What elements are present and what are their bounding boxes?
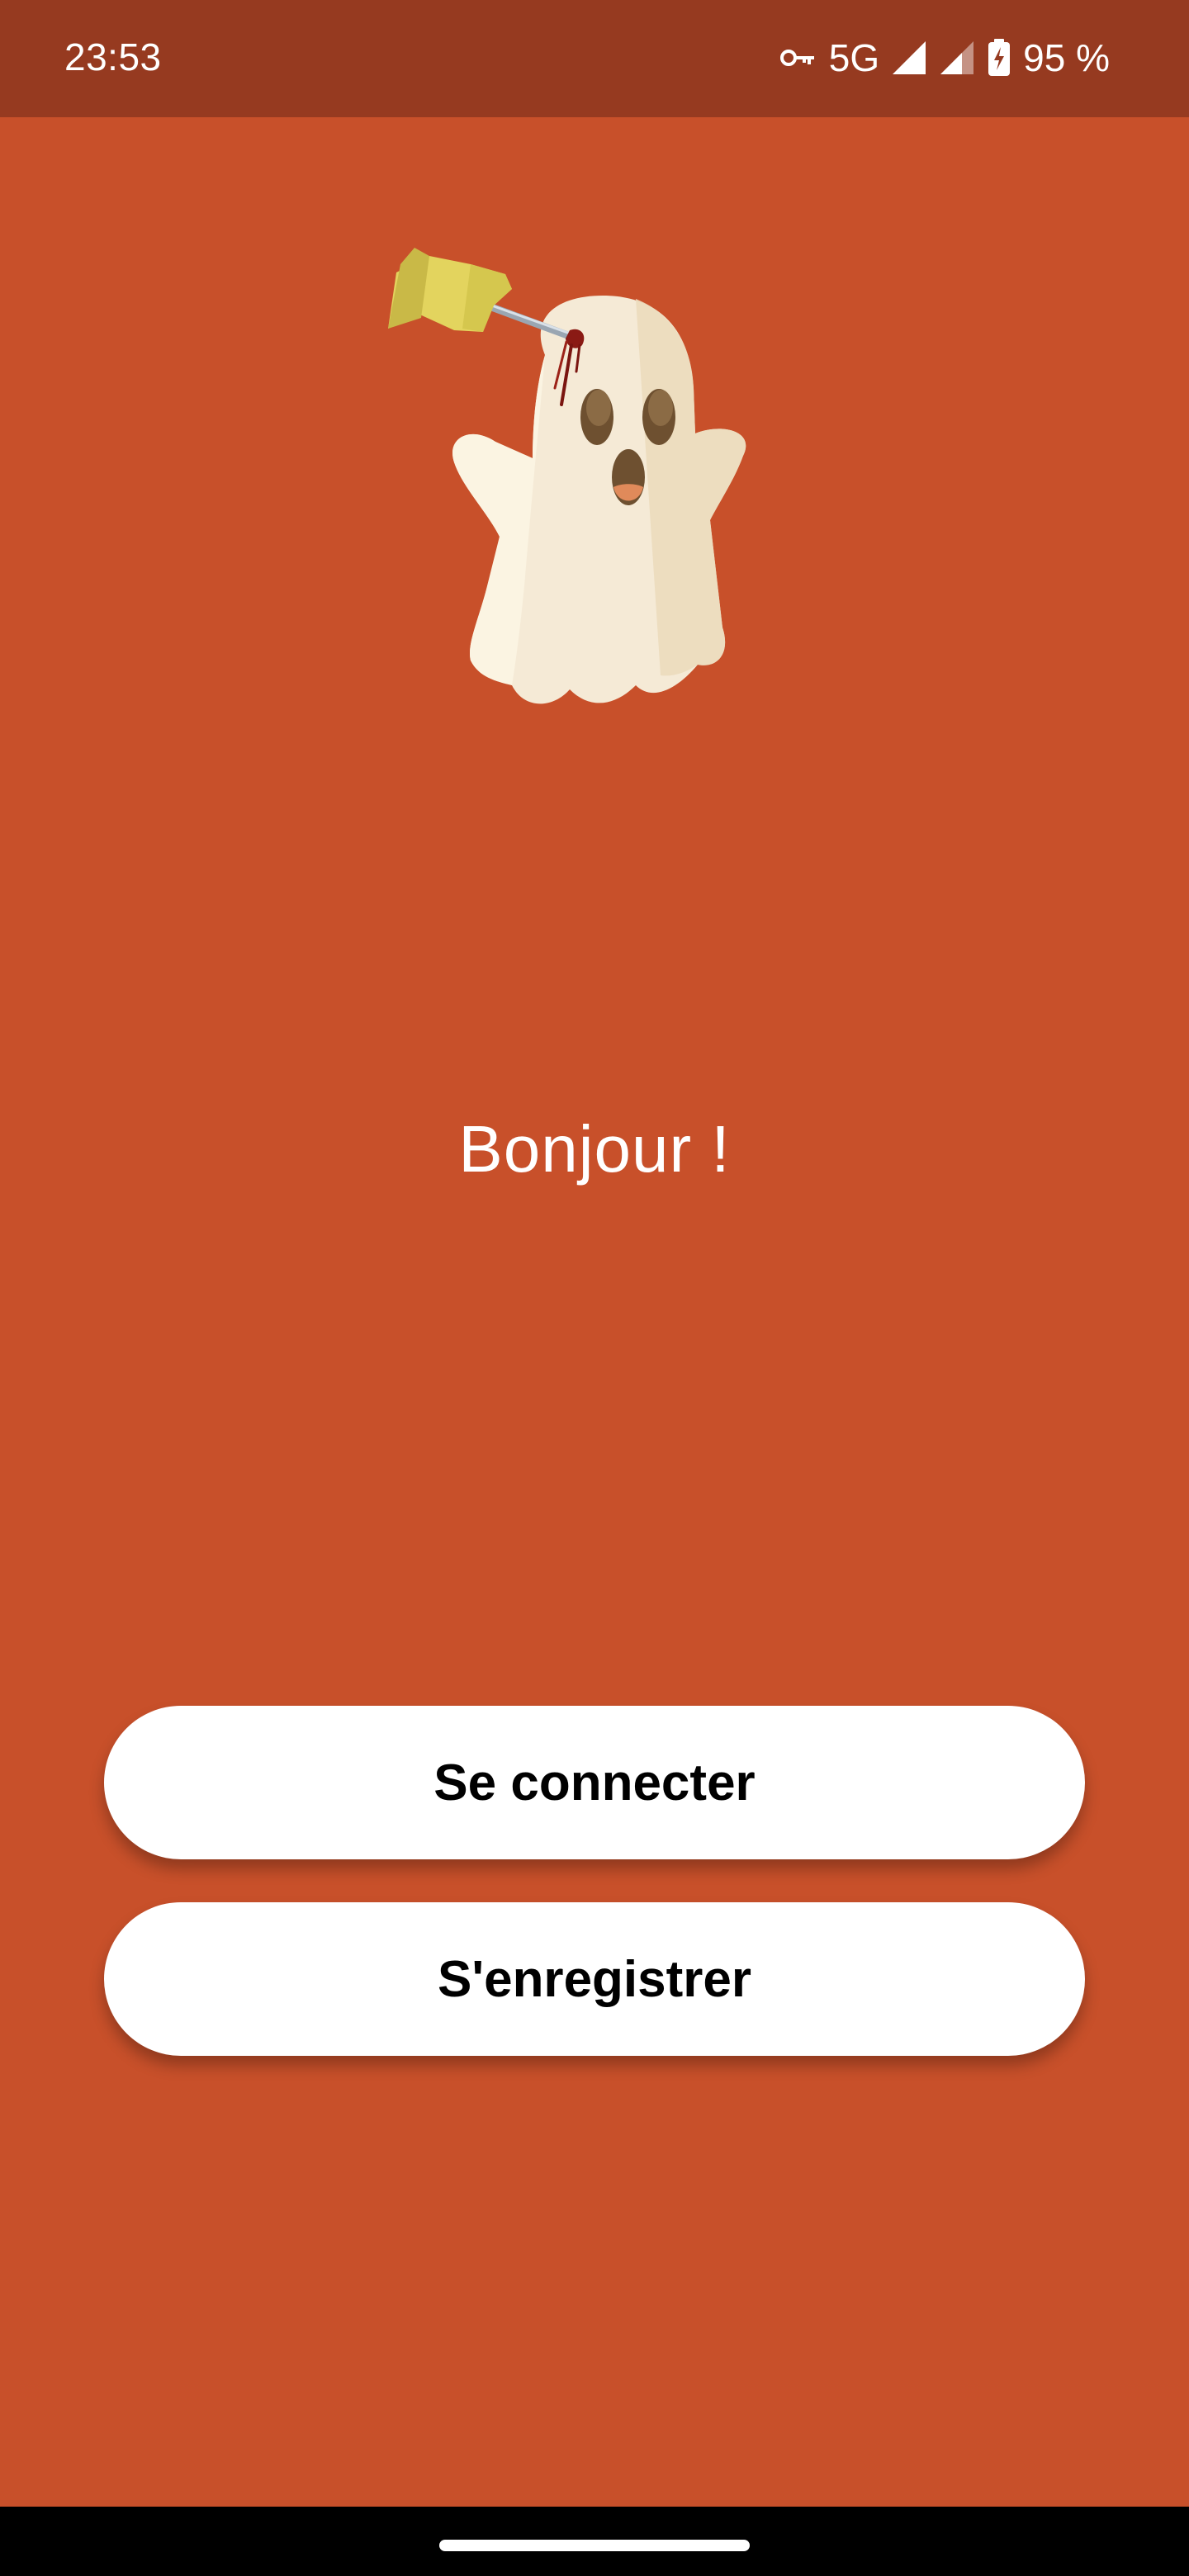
status-icons: 5G 95 % bbox=[779, 33, 1110, 83]
greeting-text: Bonjour ! bbox=[458, 1112, 731, 1186]
home-gesture-handle[interactable] bbox=[439, 2540, 750, 2551]
battery-level: 95 % bbox=[1023, 36, 1110, 79]
status-time: 23:53 bbox=[64, 36, 162, 78]
signal-icon bbox=[891, 40, 927, 76]
status-bar: 23:53 5G 95 % bbox=[0, 0, 1189, 117]
welcome-screen: 23:53 5G 95 % Bonjour ! Se connecter S'e… bbox=[0, 0, 1189, 2576]
navigation-bar bbox=[0, 2507, 1189, 2576]
battery-charging-icon bbox=[987, 39, 1011, 77]
register-button[interactable]: S'enregistrer bbox=[104, 1902, 1085, 2056]
vpn-key-icon bbox=[779, 45, 817, 70]
network-type: 5G bbox=[828, 36, 880, 79]
ghost-mascot-illustration bbox=[363, 239, 826, 768]
login-button[interactable]: Se connecter bbox=[104, 1706, 1085, 1859]
signal-icon bbox=[939, 40, 975, 76]
